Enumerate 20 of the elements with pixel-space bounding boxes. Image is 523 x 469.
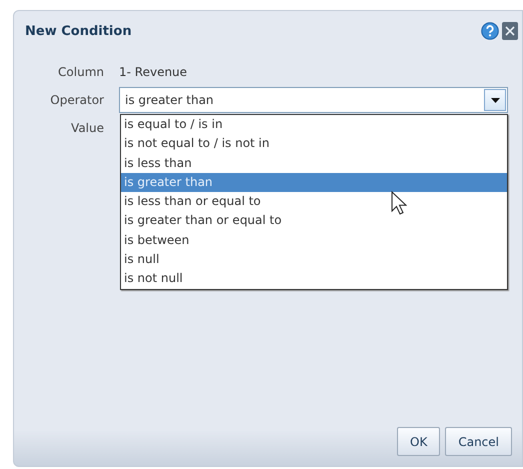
dropdown-option[interactable]: is greater than or equal to bbox=[121, 211, 507, 231]
dropdown-option[interactable]: is equal to / is in bbox=[121, 115, 507, 134]
dialog-button[interactable]: OK bbox=[397, 427, 440, 456]
dropdown-option[interactable]: is less than or equal to bbox=[121, 192, 507, 212]
field-label: Value bbox=[70, 121, 104, 135]
operator-dropdown[interactable]: is greater than bbox=[119, 87, 508, 113]
dropdown-option[interactable]: is null bbox=[121, 250, 507, 270]
dialog-title: New Condition bbox=[25, 24, 133, 38]
dropdown-option[interactable]: is not equal to / is not in bbox=[121, 134, 507, 154]
dropdown-option[interactable]: is between bbox=[121, 230, 507, 250]
dropdown-caret-icon bbox=[490, 98, 500, 102]
help-icon[interactable] bbox=[481, 22, 499, 40]
field-value: 1- Revenue bbox=[119, 65, 188, 79]
close-icon[interactable] bbox=[502, 22, 518, 40]
dropdown-option[interactable]: is less than bbox=[121, 154, 507, 173]
field-label: Column bbox=[57, 65, 104, 79]
mouse-pointer-icon bbox=[391, 191, 407, 215]
dialog-button[interactable]: Cancel bbox=[445, 427, 512, 456]
field-label: Operator bbox=[49, 93, 104, 107]
dropdown-option[interactable]: is not null bbox=[121, 269, 507, 289]
